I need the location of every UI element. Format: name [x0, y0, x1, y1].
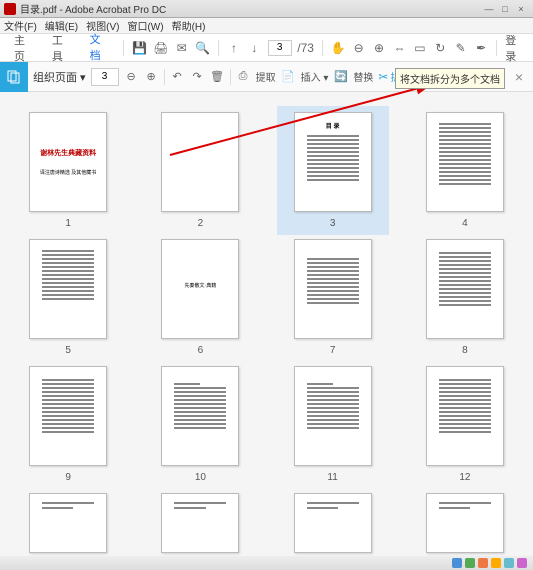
edit-icon[interactable]: ✎: [454, 40, 468, 56]
page-number-input[interactable]: [268, 40, 292, 56]
page-thumb-13[interactable]: [18, 493, 118, 553]
zoom-in-icon[interactable]: ⊕: [372, 40, 386, 56]
extract-icon[interactable]: ⎙: [236, 69, 251, 84]
tray-icon[interactable]: [465, 558, 475, 568]
page-3-header: 目 录: [295, 121, 371, 130]
save-icon[interactable]: 💾: [132, 40, 147, 56]
page-number: 11: [327, 472, 337, 483]
page-thumb-16[interactable]: [415, 493, 515, 553]
page-up-icon[interactable]: ↑: [227, 40, 241, 56]
zoom-out-icon[interactable]: ⊖: [351, 40, 365, 56]
page-thumb-8[interactable]: 8: [415, 239, 515, 356]
page-thumb-1[interactable]: 谢林先生典藏资料 译注唐诗精选 及其他藏书 1: [18, 112, 118, 229]
app-icon: [4, 3, 16, 15]
title-bar: 目录.pdf - Adobe Acrobat Pro DC — □ ×: [0, 0, 533, 18]
page-6-text: 先秦散文·典籍: [162, 282, 238, 289]
separator: [230, 69, 231, 85]
organize-pages-tab[interactable]: [0, 62, 28, 92]
rotate-right-icon[interactable]: ↷: [190, 69, 205, 84]
page-thumb-2[interactable]: 2: [150, 112, 250, 229]
organize-page-input[interactable]: [91, 68, 119, 86]
minimize-button[interactable]: —: [481, 4, 497, 14]
mail-icon[interactable]: ✉: [175, 40, 189, 56]
page-thumb-7[interactable]: 7: [283, 239, 383, 356]
hand-tool-icon[interactable]: ✋: [331, 40, 346, 56]
rotate-left-icon[interactable]: ↶: [170, 69, 185, 84]
close-panel-button[interactable]: ×: [515, 69, 523, 85]
page-thumb-9[interactable]: 9: [18, 366, 118, 483]
page-count: /73: [298, 40, 314, 56]
page-number: 12: [459, 472, 470, 483]
menu-help[interactable]: 帮助(H): [172, 18, 206, 33]
tray-icon[interactable]: [517, 558, 527, 568]
replace-label[interactable]: 替换: [353, 69, 373, 84]
page-thumb-15[interactable]: [283, 493, 383, 553]
page-number: 5: [65, 345, 71, 356]
separator: [164, 69, 165, 85]
page-thumb-10[interactable]: 10: [150, 366, 250, 483]
rotate-icon[interactable]: ↻: [433, 40, 447, 56]
system-tray: [0, 556, 533, 570]
replace-icon[interactable]: 🔄: [333, 69, 348, 84]
page-number: 10: [195, 472, 206, 483]
print-icon[interactable]: 🖨: [153, 40, 168, 56]
page-number: 9: [65, 472, 71, 483]
menu-bar: 文件(F) 编辑(E) 视图(V) 窗口(W) 帮助(H): [0, 18, 533, 34]
page-thumb-11[interactable]: 11: [283, 366, 383, 483]
page-number: 6: [198, 345, 204, 356]
page-1-title: 谢林先生典藏资料: [36, 148, 100, 158]
separator: [496, 40, 497, 56]
insert-icon[interactable]: 📄: [281, 69, 296, 84]
page-thumb-5[interactable]: 5: [18, 239, 118, 356]
zoom-in-icon[interactable]: ⊕: [144, 69, 159, 84]
extract-label[interactable]: 提取: [256, 69, 276, 84]
organize-label[interactable]: 组织页面 ▾: [33, 69, 86, 85]
login-button[interactable]: 登录: [505, 32, 525, 64]
split-tooltip: 将文档拆分为多个文档: [395, 68, 505, 89]
tray-icon[interactable]: [452, 558, 462, 568]
page-1-subtitle: 译注唐诗精选 及其他藏书: [36, 170, 100, 177]
maximize-button[interactable]: □: [497, 4, 513, 14]
page-number: 2: [198, 218, 204, 229]
pages-icon: [6, 69, 22, 85]
zoom-out-icon[interactable]: ⊖: [124, 69, 139, 84]
separator: [123, 40, 124, 56]
tray-icon[interactable]: [491, 558, 501, 568]
page-thumb-12[interactable]: 12: [415, 366, 515, 483]
scissors-icon: ✂: [378, 70, 388, 84]
window-title: 目录.pdf - Adobe Acrobat Pro DC: [20, 1, 166, 16]
page-number: 3: [330, 218, 336, 229]
page-number: 8: [462, 345, 468, 356]
thumbnail-grid: 谢林先生典藏资料 译注唐诗精选 及其他藏书 1 2 目 录 3 4 5 先秦散文…: [18, 112, 515, 553]
tray-icon[interactable]: [478, 558, 488, 568]
separator: [218, 40, 219, 56]
page-number: 7: [330, 345, 336, 356]
page-thumb-4[interactable]: 4: [415, 112, 515, 229]
separator: [322, 40, 323, 56]
fit-width-icon[interactable]: ⇔: [392, 40, 406, 56]
page-thumb-3[interactable]: 目 录 3: [277, 106, 389, 235]
main-toolbar: 主页 工具 文档 💾 🖨 ✉ 🔍 ↑ ↓ /73 ✋ ⊖ ⊕ ⇔ ▭ ↻ ✎ ✒…: [0, 34, 533, 62]
tray-icon[interactable]: [504, 558, 514, 568]
delete-icon[interactable]: 🗑: [210, 69, 225, 84]
page-thumb-14[interactable]: [150, 493, 250, 553]
page-number: 4: [462, 218, 468, 229]
thumbnail-grid-area: 谢林先生典藏资料 译注唐诗精选 及其他藏书 1 2 目 录 3 4 5 先秦散文…: [0, 92, 533, 556]
menu-window[interactable]: 窗口(W): [127, 18, 163, 33]
page-number: 1: [65, 218, 71, 229]
sign-icon[interactable]: ✒: [474, 40, 488, 56]
page-thumb-6[interactable]: 先秦散文·典籍 6: [150, 239, 250, 356]
close-button[interactable]: ×: [513, 4, 529, 14]
search-icon[interactable]: 🔍: [195, 40, 210, 56]
fit-page-icon[interactable]: ▭: [413, 40, 427, 56]
page-down-icon[interactable]: ↓: [247, 40, 261, 56]
insert-label[interactable]: 插入 ▾: [301, 69, 329, 84]
